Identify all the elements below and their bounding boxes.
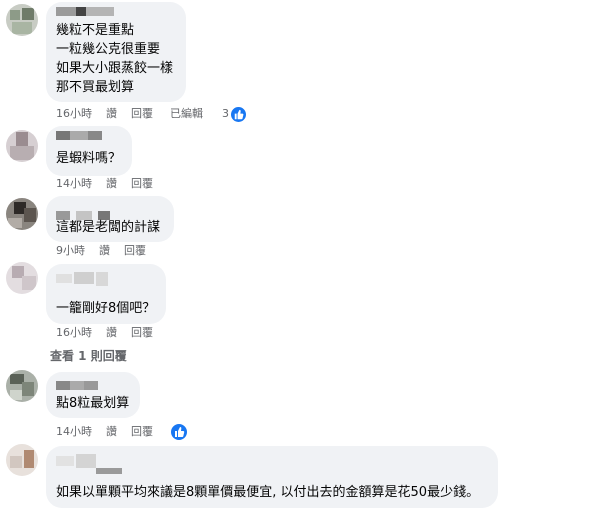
reply-button[interactable]: 回覆 <box>131 106 153 122</box>
timestamp-link[interactable]: 14小時 <box>56 176 92 192</box>
timestamp-link[interactable]: 9小時 <box>56 243 85 259</box>
comment-bubble: 如果以單顆平均來議是8顆單價最便宜, 以付出去的金額算是花50最少錢。 <box>46 446 498 508</box>
avatar[interactable] <box>6 198 38 230</box>
reaction-summary[interactable]: 3 <box>220 106 250 122</box>
comment-text-line: 一粒幾公克很重要 <box>56 42 161 57</box>
view-replies-link[interactable]: 查看 1 則回覆 <box>50 347 127 364</box>
avatar[interactable] <box>6 4 38 36</box>
reply-button[interactable]: 回覆 <box>124 243 146 259</box>
thumbs-up-icon[interactable] <box>171 424 187 440</box>
avatar[interactable] <box>6 370 38 402</box>
comment-actions: 9小時 讚 回覆 <box>56 243 176 259</box>
like-button[interactable]: 讚 <box>99 243 110 259</box>
comment-bubble: 這都是老闆的計謀 <box>46 196 174 242</box>
comment-bubble: 是蝦料嗎？ <box>46 126 132 176</box>
timestamp-link[interactable]: 16小時 <box>56 325 92 341</box>
commenter-name-blurred[interactable] <box>56 6 116 17</box>
like-button[interactable]: 讚 <box>106 176 117 192</box>
comment-bubble: 幾粒不是重點 一粒幾公克很重要 如果大小跟蒸餃一樣 那不買最划算 <box>46 2 186 102</box>
commenter-name-blurred[interactable] <box>56 380 100 391</box>
commenter-name-blurred[interactable] <box>56 270 116 288</box>
thumbs-up-icon <box>231 107 246 122</box>
comment-bubble: 點8粒最划算 <box>46 372 140 418</box>
comment-text: 一籠剛好8個吧？ <box>56 301 156 316</box>
like-button[interactable]: 讚 <box>106 325 117 341</box>
comment-text: 點8粒最划算 <box>56 396 130 411</box>
comment-text: 是蝦料嗎？ <box>56 151 122 166</box>
comment-text: 這都是老闆的計謀 <box>56 220 161 235</box>
reply-button[interactable]: 回覆 <box>131 325 153 341</box>
comment-actions: 14小時 讚 回覆 <box>56 176 176 192</box>
comment-text-line: 如果大小跟蒸餃一樣 <box>56 61 174 76</box>
edited-label: 已編輯 <box>170 107 203 120</box>
avatar[interactable] <box>6 262 38 294</box>
comment-text-line: 幾粒不是重點 <box>56 23 135 38</box>
reply-button[interactable]: 回覆 <box>131 424 153 440</box>
comment-bubble: 一籠剛好8個吧？ <box>46 264 166 324</box>
comment-text: 如果以單顆平均來議是8顆單價最便宜, 以付出去的金額算是花50最少錢。 <box>56 485 480 500</box>
commenter-name-blurred[interactable] <box>56 452 126 476</box>
reply-button[interactable]: 回覆 <box>131 176 153 192</box>
timestamp-link[interactable]: 14小時 <box>56 424 92 440</box>
timestamp-link[interactable]: 16小時 <box>56 106 92 122</box>
comment-text-line: 那不買最划算 <box>56 80 135 95</box>
avatar[interactable] <box>6 130 38 162</box>
comment-actions: 16小時 讚 回覆 <box>56 325 176 341</box>
like-button[interactable]: 讚 <box>106 106 117 122</box>
commenter-name-blurred[interactable] <box>56 130 106 141</box>
avatar[interactable] <box>6 444 38 476</box>
like-button[interactable]: 讚 <box>106 424 117 440</box>
reaction-count: 3 <box>222 107 229 120</box>
